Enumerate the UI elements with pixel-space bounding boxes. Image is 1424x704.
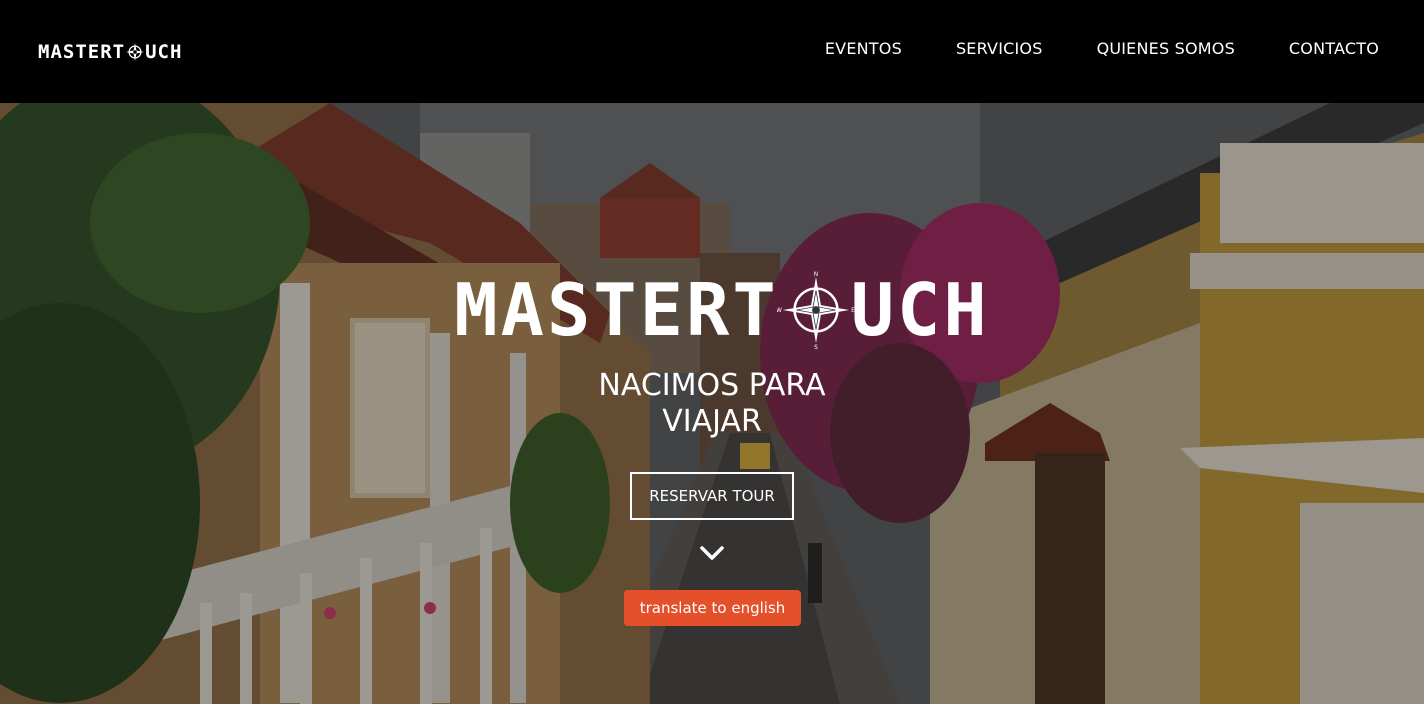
site-header: MASTERT UCH EVENTOS SERVICIOS QUIENES SO… bbox=[0, 0, 1424, 103]
logo-text-left: MASTERT bbox=[38, 40, 126, 63]
tagline-line-2: VIAJAR bbox=[662, 404, 762, 439]
logo-text-right: UCH bbox=[145, 40, 183, 63]
hero-section: MASTERT N S E W UCH NACIMOS PARA VIAJAR … bbox=[0, 103, 1424, 704]
reserve-tour-button[interactable]: RESERVAR TOUR bbox=[630, 472, 794, 520]
nav-link-servicios[interactable]: SERVICIOS bbox=[956, 39, 1043, 58]
hero-logo: MASTERT N S E W UCH bbox=[420, 271, 1024, 349]
nav-link-quienes-somos[interactable]: QUIENES SOMOS bbox=[1097, 39, 1235, 58]
compass-letter-w: W bbox=[777, 308, 782, 314]
compass-rose-icon: N S E W bbox=[777, 272, 855, 349]
hero-logo-text-right: UCH bbox=[850, 268, 990, 352]
chevron-down-icon[interactable] bbox=[699, 544, 725, 562]
nav-link-eventos[interactable]: EVENTOS bbox=[825, 39, 902, 58]
compass-letter-s: S bbox=[814, 345, 818, 349]
hero-logo-text-left: MASTERT bbox=[454, 268, 779, 352]
main-nav: EVENTOS SERVICIOS QUIENES SOMOS CONTACTO bbox=[825, 39, 1379, 58]
compass-rose-icon bbox=[126, 42, 145, 61]
compass-letter-n: N bbox=[814, 272, 818, 278]
hero-tagline: NACIMOS PARA VIAJAR bbox=[512, 368, 912, 440]
nav-link-contacto[interactable]: CONTACTO bbox=[1289, 39, 1379, 58]
hero-content: MASTERT N S E W UCH NACIMOS PARA VIAJAR … bbox=[0, 103, 1424, 704]
tagline-line-1: NACIMOS PARA bbox=[598, 368, 826, 403]
site-logo[interactable]: MASTERT UCH bbox=[38, 37, 182, 67]
translate-button[interactable]: translate to english bbox=[624, 590, 801, 626]
